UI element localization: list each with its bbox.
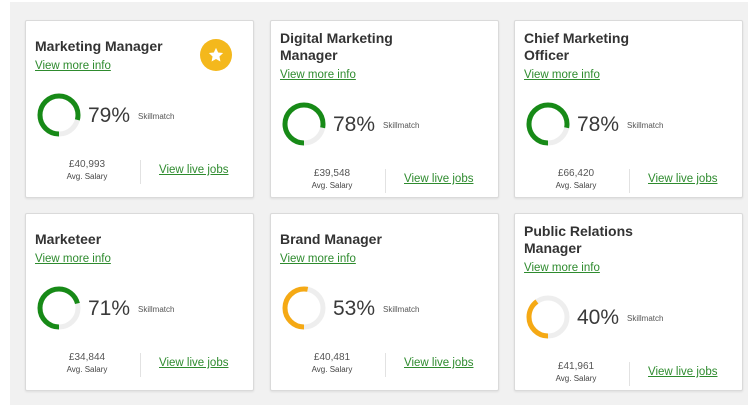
avg-salary: £66,420 Avg. Salary — [545, 168, 607, 191]
avg-salary-label: Avg. Salary — [66, 172, 108, 181]
view-more-info-link[interactable]: View more info — [280, 253, 356, 265]
skillmatch-percent: 79% — [88, 104, 131, 127]
avg-salary: £40,993 Avg. Salary — [56, 159, 118, 182]
job-title: Chief Marketing Officer — [524, 30, 630, 63]
salary-value: £39,548 — [313, 168, 351, 179]
job-title: Marketeer — [35, 231, 102, 247]
skillmatch-percent: 78% — [577, 113, 620, 136]
skillmatch-ring — [281, 101, 327, 147]
divider — [140, 160, 141, 184]
skillmatch-label: Skillmatch — [138, 112, 175, 121]
skillmatch-label: Skillmatch — [627, 314, 664, 323]
job-title: Brand Manager — [280, 231, 382, 247]
avg-salary-label: Avg. Salary — [311, 365, 353, 374]
view-more-info-link[interactable]: View more info — [524, 262, 600, 274]
job-card[interactable]: Chief Marketing Officer View more info 78… — [514, 20, 743, 198]
divider — [140, 353, 141, 377]
view-live-jobs-link[interactable]: View live jobs — [404, 357, 473, 369]
career-match-board: Marketing Manager View more info 79% Skill… — [10, 2, 748, 405]
skillmatch-ring — [281, 285, 327, 331]
view-more-info-link[interactable]: View more info — [524, 69, 600, 81]
job-card[interactable]: Marketing Manager View more info 79% Skill… — [25, 20, 254, 198]
skillmatch-ring — [36, 285, 82, 331]
skillmatch-ring — [36, 92, 82, 138]
avg-salary-label: Avg. Salary — [555, 374, 597, 383]
skillmatch-label: Skillmatch — [627, 121, 664, 130]
job-title: Public Relations Manager — [524, 223, 633, 256]
view-live-jobs-link[interactable]: View live jobs — [404, 173, 473, 185]
skillmatch-percent: 78% — [333, 113, 376, 136]
job-card[interactable]: Public Relations Manager View more info 4… — [514, 213, 743, 391]
skillmatch-label: Skillmatch — [383, 121, 420, 130]
divider — [385, 353, 386, 377]
avg-salary-label: Avg. Salary — [66, 365, 108, 374]
avg-salary: £40,481 Avg. Salary — [301, 352, 363, 375]
skillmatch-percent: 40% — [577, 306, 620, 329]
skillmatch-label: Skillmatch — [383, 305, 420, 314]
avg-salary-label: Avg. Salary — [311, 181, 353, 190]
salary-value: £40,993 — [68, 159, 106, 170]
job-title: Marketing Manager — [35, 38, 163, 54]
salary-value: £34,844 — [68, 352, 106, 363]
salary-value: £41,961 — [557, 361, 595, 372]
job-card[interactable]: Marketeer View more info 71% Skillmatch £34… — [25, 213, 254, 391]
salary-value: £66,420 — [557, 168, 595, 179]
job-card[interactable]: Digital Marketing Manager View more info … — [270, 20, 499, 198]
view-more-info-link[interactable]: View more info — [35, 253, 111, 265]
divider — [629, 362, 630, 386]
divider — [385, 169, 386, 193]
salary-value: £40,481 — [313, 352, 351, 363]
skillmatch-ring — [525, 101, 571, 147]
avg-salary: £39,548 Avg. Salary — [301, 168, 363, 191]
favourite-star-icon[interactable] — [200, 39, 232, 71]
view-live-jobs-link[interactable]: View live jobs — [159, 164, 228, 176]
view-more-info-link[interactable]: View more info — [35, 60, 111, 72]
job-card[interactable]: Brand Manager View more info 53% Skillmatc… — [270, 213, 499, 391]
skillmatch-ring — [525, 294, 571, 340]
skillmatch-percent: 53% — [333, 297, 376, 320]
skillmatch-percent: 71% — [88, 297, 131, 320]
avg-salary-label: Avg. Salary — [555, 181, 597, 190]
view-live-jobs-link[interactable]: View live jobs — [159, 357, 228, 369]
avg-salary: £34,844 Avg. Salary — [56, 352, 118, 375]
view-live-jobs-link[interactable]: View live jobs — [648, 173, 717, 185]
view-live-jobs-link[interactable]: View live jobs — [648, 366, 717, 378]
skillmatch-label: Skillmatch — [138, 305, 175, 314]
job-title: Digital Marketing Manager — [280, 30, 393, 63]
divider — [629, 169, 630, 193]
view-more-info-link[interactable]: View more info — [280, 69, 356, 81]
avg-salary: £41,961 Avg. Salary — [545, 361, 607, 384]
